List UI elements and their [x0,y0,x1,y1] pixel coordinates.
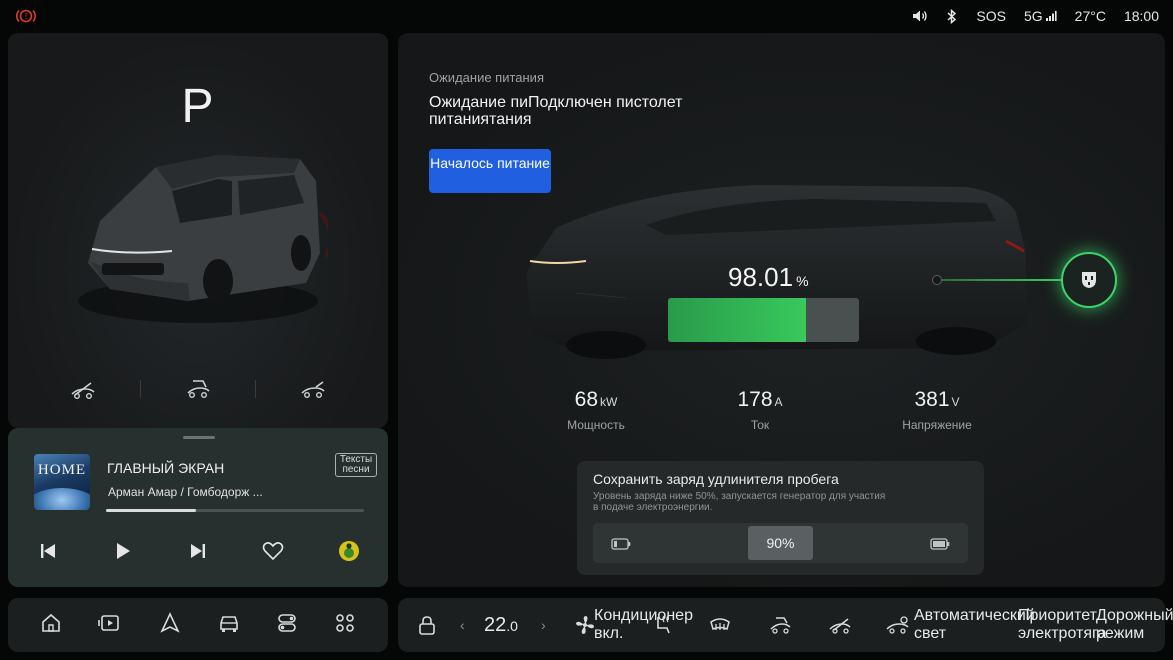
tailgate-control-icon[interactable] [768,598,792,652]
status-bar: ! SOS 5G 27°C 18:00 [0,0,1173,32]
current-value: 178 [737,388,773,411]
sos-button[interactable]: SOS [976,8,1006,24]
charging-plug-icon[interactable] [1061,252,1117,308]
battery-full-icon [930,537,950,555]
song-artist: Арман Амар / Гомбодорж ... [108,485,263,499]
door-control-icon[interactable] [828,598,852,652]
outside-temperature: 27°C [1074,8,1106,24]
auto-light-button[interactable]: Автоматический свет [914,598,1035,652]
battery-level-bar [668,298,859,342]
range-extender-title: Сохранить заряд удлинителя пробега [593,471,839,487]
seat-heat-icon[interactable] [650,598,674,652]
metric-voltage: 381 V Напряжение [882,388,992,432]
current-unit: A [774,395,783,409]
temp-decimal: .0 [506,617,518,634]
tailgate-icon[interactable] [184,377,212,401]
playback-progress[interactable] [106,509,364,512]
album-art[interactable]: HOME [34,454,90,510]
divider [140,380,142,398]
charging-port-dot [932,275,942,285]
state-of-charge-value: 98.01 [728,262,794,292]
network-label: 5G [1023,8,1043,24]
ac-status-label[interactable]: Кондиционер вкл. [594,598,693,652]
charge-port-icon[interactable] [884,598,910,652]
navigation-icon[interactable] [159,612,181,639]
media-icon[interactable] [97,612,123,639]
heart-icon[interactable] [258,536,288,566]
range-extender-slider[interactable]: 90% [593,523,968,563]
state-of-charge-unit: % [796,273,809,289]
charging-panel: Ожидание питания Ожидание пиПодключен пи… [398,33,1165,587]
album-title-art: HOME [37,462,87,478]
voltage-unit: V [951,395,960,409]
metric-current: 178 A Ток [705,388,815,432]
playback-progress-fill [106,509,197,512]
power-label: Мощность [567,418,625,432]
climate-dock: ‹ 22.0 › Кондиционер вкл. Автоматический… [398,598,1173,652]
speaker-icon[interactable] [912,9,928,23]
song-title: ГЛАВНЫЙ ЭКРАН [107,460,225,476]
power-value: 68 [574,388,599,411]
music-app-icon[interactable] [334,536,364,566]
svg-text:!: ! [25,12,27,21]
range-extender-card: Сохранить заряд удлинителя пробега Урове… [577,461,984,575]
temp-whole: 22 [484,613,507,636]
divider [254,380,256,398]
charging-subtitle: Ожидание питания [429,70,544,85]
car-icon[interactable] [217,612,241,639]
ev-priority-button[interactable]: Приоритет электротяга [1018,598,1106,652]
temp-increase-icon[interactable]: › [541,598,546,652]
controls-icon[interactable] [276,612,298,639]
vehicle-image[interactable] [68,133,328,343]
right-door-icon[interactable] [299,377,327,401]
network-indicator: 5G [1024,8,1057,24]
fan-icon[interactable] [574,598,596,652]
gear-indicator: P [181,80,215,133]
app-dock [8,598,388,652]
metric-power: 68 kW Мощность [541,388,651,432]
play-icon[interactable] [108,536,138,566]
rear-defrost-icon[interactable] [708,598,732,652]
next-icon[interactable] [183,536,213,566]
previous-icon[interactable] [33,536,63,566]
vehicle-panel: P [8,33,388,428]
battery-low-icon [611,537,631,555]
temperature-setting[interactable]: 22.0 [484,598,518,652]
drive-mode-button[interactable]: Дорожный режим [1096,598,1173,652]
range-extender-description: Уровень заряда ниже 50%, запускается ген… [593,491,886,513]
bluetooth-icon[interactable] [946,9,958,24]
voltage-value: 381 [914,388,950,411]
drag-handle[interactable] [183,436,215,439]
charging-title: Ожидание пиПодключен пистолет питаниятан… [429,94,683,128]
charging-cable-line [936,279,1062,281]
left-door-icon[interactable] [69,377,97,401]
apps-icon[interactable] [334,612,356,639]
lock-icon[interactable] [416,598,438,652]
home-icon[interactable] [40,612,62,639]
current-label: Ток [750,418,770,432]
signal-icon [1045,11,1057,21]
state-of-charge: 98.01% [728,262,809,293]
clock: 18:00 [1123,8,1159,24]
voltage-label: Напряжение [902,418,972,432]
album-earth-graphic [34,488,90,510]
lyrics-button[interactable]: Тексты песни [335,453,377,477]
brake-warning-icon: ! [14,7,38,25]
power-unit: kW [600,395,618,409]
range-extender-slider-thumb[interactable]: 90% [748,526,813,560]
battery-level-fill [668,298,806,342]
temp-decrease-icon[interactable]: ‹ [460,598,465,652]
music-player: HOME ГЛАВНЫЙ ЭКРАН Арман Амар / Гомбодор… [8,428,388,587]
